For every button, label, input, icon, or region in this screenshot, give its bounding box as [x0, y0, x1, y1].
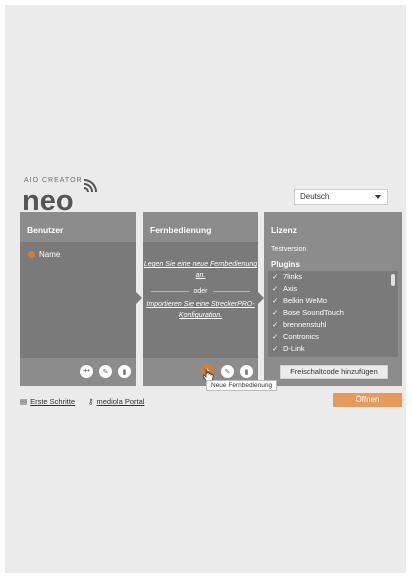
new-remote-link[interactable]: Legen Sie eine neue Fernbedienung an.: [143, 259, 258, 281]
add-activation-code-button[interactable]: Freischaltcode hinzufügen: [280, 365, 388, 379]
plugin-label: 7links: [283, 272, 303, 281]
license-panel-title: Lizenz: [271, 225, 297, 235]
logo-text: neo: [22, 185, 74, 213]
or-label: oder: [193, 288, 208, 295]
users-panel-footer: +• ✎ ▮: [20, 358, 136, 386]
first-steps-link[interactable]: ▤ Erste Schritte: [20, 397, 75, 406]
check-icon: ✓: [272, 332, 279, 341]
users-list: Name: [20, 242, 136, 358]
open-button[interactable]: Öffnen: [333, 393, 402, 407]
trash-icon: ▮: [122, 368, 127, 376]
language-select[interactable]: Deutsch: [294, 189, 388, 205]
add-user-icon: +•: [83, 368, 90, 375]
users-panel-title: Benutzer: [27, 225, 64, 235]
plugin-item: ✓ 7links: [268, 271, 398, 283]
license-type: Testversion: [271, 246, 307, 253]
remote-panel-title: Fernbedienung: [150, 225, 212, 235]
trash-icon: ▮: [244, 368, 249, 376]
check-icon: ✓: [272, 320, 279, 329]
check-icon: ✓: [272, 344, 279, 353]
check-icon: ✓: [272, 308, 279, 317]
user-status-icon: [28, 251, 35, 258]
portal-label: mediola Portal: [96, 397, 145, 406]
users-panel: Benutzer Name +• ✎ ▮: [20, 212, 136, 386]
plugins-title: Plugins: [271, 260, 300, 269]
app-logo: AIO CREATOR neo: [22, 177, 112, 217]
edit-user-button[interactable]: ✎: [99, 365, 112, 378]
import-config-link[interactable]: Importieren Sie eine StreckerPRO-Konfigu…: [143, 299, 258, 321]
edit-icon: ✎: [102, 368, 109, 376]
users-panel-arrow: [136, 292, 142, 304]
license-panel: Lizenz Testversion Plugins ✓ 7links ✓ Axis…: [264, 212, 402, 386]
or-divider: oder: [151, 288, 251, 295]
plugin-label: brennenstuhl: [283, 320, 327, 329]
key-icon: ⚷: [88, 397, 94, 406]
edit-remote-button[interactable]: ✎: [221, 365, 234, 378]
plugins-list[interactable]: ✓ 7links ✓ Axis ✓ Belkin WeMo ✓ Bose SoundTo…: [268, 271, 398, 357]
edit-icon: ✎: [224, 368, 231, 376]
plugin-item: ✓ Contronics: [268, 331, 398, 343]
check-icon: ✓: [272, 296, 279, 305]
user-list-item[interactable]: Name: [28, 250, 60, 259]
remote-panel: Fernbedienung Legen Sie eine neue Fernbe…: [143, 212, 258, 386]
plugin-label: Bose SoundTouch: [283, 308, 344, 317]
plugin-label: Belkin WeMo: [283, 296, 328, 305]
check-icon: ✓: [272, 272, 279, 281]
delete-user-button[interactable]: ▮: [118, 365, 131, 378]
user-name: Name: [39, 250, 61, 259]
portal-link[interactable]: ⚷ mediola Portal: [88, 397, 144, 406]
language-selected-value: Deutsch: [300, 192, 330, 201]
plugin-item: ✓ D-Link: [268, 343, 398, 355]
plugin-label: D-Link: [283, 344, 305, 353]
book-icon: ▤: [20, 397, 28, 406]
plugin-label: Axis: [283, 284, 298, 293]
plugin-item: ✓ Bose SoundTouch: [268, 307, 398, 319]
plugin-item: ✓ Axis: [268, 283, 398, 295]
plugin-item: ✓ Belkin WeMo: [268, 295, 398, 307]
plugin-label: Contronics: [283, 332, 319, 341]
delete-remote-button[interactable]: ▮: [240, 365, 253, 378]
add-remote-tooltip: Neue Fernbedienung: [206, 380, 278, 391]
check-icon: ✓: [272, 284, 279, 293]
logo-subtitle: AIO CREATOR: [24, 177, 83, 184]
plugin-item: ✓ brennenstuhl: [268, 319, 398, 331]
first-steps-label: Erste Schritte: [30, 397, 76, 406]
remote-panel-body: Legen Sie eine neue Fernbedienung an. od…: [143, 242, 258, 358]
plugins-scrollbar[interactable]: [391, 274, 395, 286]
add-user-button[interactable]: +•: [80, 365, 93, 378]
chevron-down-icon: [375, 195, 381, 199]
divider-line-left: [151, 291, 189, 292]
divider-line-right: [212, 291, 251, 292]
